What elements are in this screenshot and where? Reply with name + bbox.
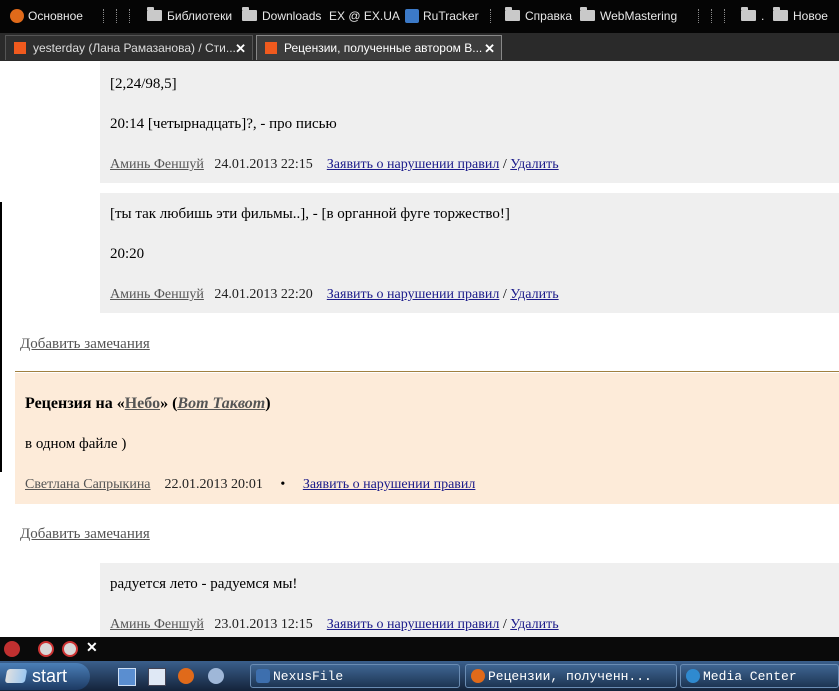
folder-icon [741, 7, 756, 21]
bookmark-exua[interactable]: EX @ EX.UA [329, 8, 400, 25]
comment-text: [2,24/98,5] [110, 76, 177, 92]
save-icon[interactable] [148, 668, 166, 686]
separator [724, 9, 726, 23]
separator [490, 9, 492, 23]
meta-separator: / [502, 617, 507, 632]
work-author-link[interactable]: Вот Таквот [177, 395, 265, 412]
separator [129, 9, 131, 23]
close-icon[interactable]: ✕ [86, 639, 98, 656]
review-meta: Светлана Сапрыкина 22.01.2013 20:01 • За… [25, 477, 475, 493]
comment-date: 24.01.2013 22:20 [214, 287, 313, 302]
media-center-icon [686, 669, 700, 683]
site-favicon-icon [265, 42, 277, 54]
rutracker-icon [405, 9, 419, 23]
firefox-icon[interactable] [178, 668, 194, 684]
bookmark-downloads[interactable]: Downloads [242, 7, 321, 25]
comment-text: [ты так любишь эти фильмы..], - [в орган… [110, 206, 510, 222]
start-button[interactable]: start [0, 663, 90, 690]
tab-strip: yesterday (Лана Рамазанова) / Сти... ✕ Р… [0, 33, 839, 61]
flashblock-icon[interactable] [62, 641, 78, 657]
separator [711, 9, 713, 23]
windows-logo-icon [4, 669, 28, 683]
taskbar: start NexusFile Рецензии, полученн... Me… [0, 661, 839, 691]
bookmark-osnovnoe[interactable]: Основное [10, 8, 83, 25]
folder-icon [773, 7, 788, 21]
comment-author-link[interactable]: Аминь Феншуй [110, 157, 204, 172]
network-icon[interactable] [208, 668, 224, 684]
task-nexusfile[interactable]: NexusFile [250, 664, 460, 688]
show-desktop-icon[interactable] [118, 668, 136, 686]
comment-date: 23.01.2013 12:15 [214, 617, 313, 632]
separator [103, 9, 105, 23]
review-author-link[interactable]: Светлана Сапрыкина [25, 477, 151, 492]
report-violation-link[interactable]: Заявить о нарушении правил [327, 617, 500, 632]
bullet: • [280, 477, 286, 492]
bookmark-novoe[interactable]: Новое [773, 7, 828, 25]
meta-separator: / [502, 157, 507, 172]
delete-link[interactable]: Удалить [510, 287, 558, 302]
report-violation-link[interactable]: Заявить о нарушении правил [327, 157, 500, 172]
tab-recenzii[interactable]: Рецензии, полученные автором В... ✕ [256, 35, 502, 60]
site-favicon-icon [14, 42, 26, 54]
delete-link[interactable]: Удалить [510, 157, 558, 172]
bookmark-spravka[interactable]: Справка [505, 7, 572, 25]
report-violation-link[interactable]: Заявить о нарушении правил [303, 477, 476, 492]
divider [15, 371, 839, 372]
folder-icon [580, 7, 595, 21]
add-note-link[interactable]: Добавить замечания [20, 336, 150, 353]
bookmark-rutracker[interactable]: RuTracker [405, 8, 479, 25]
separator [698, 9, 700, 23]
comment-meta: Аминь Феншуй 24.01.2013 22:20 Заявить о … [110, 287, 559, 303]
comment-author-link[interactable]: Аминь Феншуй [110, 617, 204, 632]
meta-separator: / [502, 287, 507, 302]
comment-meta: Аминь Феншуй 24.01.2013 22:15 Заявить о … [110, 157, 559, 173]
folder-icon [242, 7, 257, 21]
comment-text: 20:14 [четырнадцать]?, - про писью [110, 116, 337, 132]
comment-author-link[interactable]: Аминь Феншуй [110, 287, 204, 302]
add-note-link[interactable]: Добавить замечания [20, 526, 150, 543]
left-border-line [0, 202, 2, 472]
bookmark-dot[interactable]: . [741, 7, 764, 25]
bookmarks-toolbar: Основное Библиотеки Downloads EX @ EX.UA… [0, 0, 839, 33]
noscript-icon[interactable] [38, 641, 54, 657]
comment-meta: Аминь Феншуй 23.01.2013 12:15 Заявить о … [110, 617, 559, 633]
bookmark-webmastering[interactable]: WebMastering [580, 7, 677, 25]
separator [116, 9, 118, 23]
review-text: в одном файле ) [25, 436, 127, 452]
report-violation-link[interactable]: Заявить о нарушении правил [327, 287, 500, 302]
comment-text: 20:20 [110, 246, 145, 262]
task-firefox[interactable]: Рецензии, полученн... [465, 664, 677, 688]
firefox-icon [10, 9, 24, 23]
bookmark-biblioteki[interactable]: Библиотеки [147, 7, 232, 25]
review-date: 22.01.2013 20:01 [164, 477, 263, 492]
comment-date: 24.01.2013 22:15 [214, 157, 313, 172]
folder-icon [505, 7, 520, 21]
folder-icon [147, 7, 162, 21]
comment-text: радуется лето - радуемся мы! [110, 576, 298, 592]
close-tab-icon[interactable]: ✕ [235, 36, 246, 60]
chevron-down-icon[interactable] [22, 641, 30, 657]
page-content: [2,24/98,5] 20:14 [четырнадцать]?, - про… [0, 61, 839, 637]
nexusfile-icon [256, 669, 270, 683]
addon-bar: ✕ [0, 637, 839, 661]
review-title: Рецензия на «Небо» (Вот Таквот) [25, 395, 271, 412]
task-media-center[interactable]: Media Center [680, 664, 839, 688]
work-link[interactable]: Небо [125, 395, 160, 412]
tab-yesterday[interactable]: yesterday (Лана Рамазанова) / Сти... ✕ [5, 35, 253, 60]
close-tab-icon[interactable]: ✕ [484, 36, 495, 60]
firefox-icon [471, 669, 485, 683]
delete-link[interactable]: Удалить [510, 617, 558, 632]
adblock-icon[interactable] [4, 641, 20, 657]
